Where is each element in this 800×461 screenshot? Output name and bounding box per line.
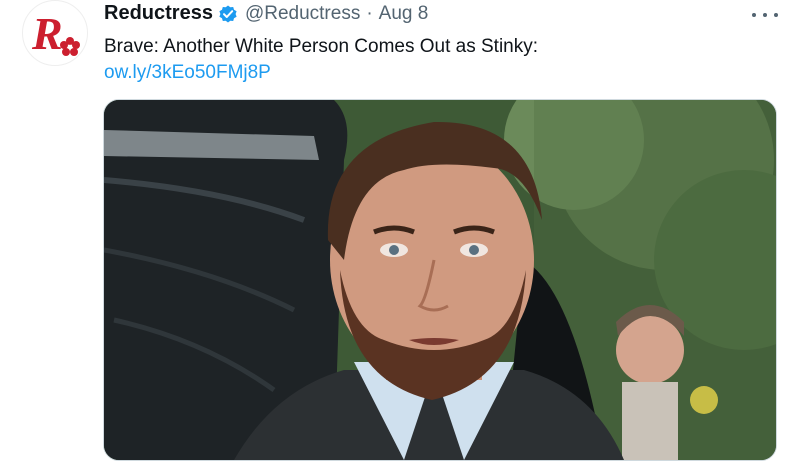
svg-text:R: R bbox=[31, 8, 63, 59]
author-name[interactable]: Reductress bbox=[104, 2, 213, 25]
photo-illustration bbox=[104, 100, 776, 460]
tweet-media-image[interactable] bbox=[103, 99, 777, 461]
tweet-text: Brave: Another White Person Comes Out as… bbox=[104, 36, 539, 57]
more-dot bbox=[774, 13, 778, 17]
tweet: R Reductress @Reductress · Aug 8 Brave: … bbox=[0, 0, 800, 461]
reductress-logo-icon: R bbox=[31, 8, 80, 59]
avatar[interactable]: R bbox=[22, 0, 88, 66]
tweet-date[interactable]: Aug 8 bbox=[379, 3, 429, 25]
more-options-icon[interactable] bbox=[752, 6, 778, 24]
more-dot bbox=[752, 13, 756, 17]
more-dot bbox=[763, 13, 767, 17]
author-handle[interactable]: @Reductress bbox=[245, 3, 360, 25]
tweet-header: Reductress @Reductress · Aug 8 bbox=[104, 2, 428, 25]
verified-badge-icon bbox=[218, 4, 238, 24]
tweet-link[interactable]: ow.ly/3kEo50FMj8P bbox=[104, 62, 271, 84]
header-separator: · bbox=[366, 2, 373, 24]
